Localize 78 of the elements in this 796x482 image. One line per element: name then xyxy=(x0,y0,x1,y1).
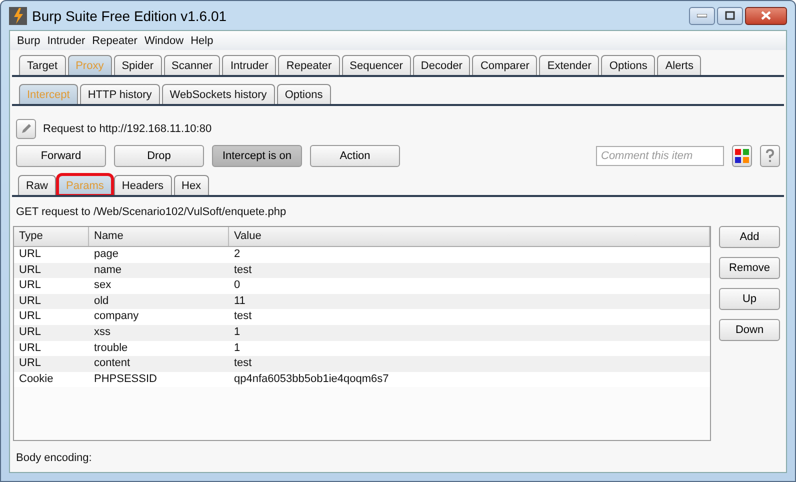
table-cell-text: 1 xyxy=(233,324,242,340)
sub-tab[interactable]: Options xyxy=(276,84,331,104)
close-icon xyxy=(761,11,771,20)
table-cell-text: xss xyxy=(93,324,112,340)
menu-item[interactable]: Burp xyxy=(17,34,40,46)
menu-item[interactable]: Intruder xyxy=(47,34,86,46)
column-header[interactable]: Type xyxy=(14,227,89,246)
color-grid-icon xyxy=(735,149,749,163)
table-cell-text: company xyxy=(93,309,140,324)
table-cell-text: URL xyxy=(18,294,42,309)
table-cell-text: 2 xyxy=(233,247,242,262)
table-cell-text: URL xyxy=(18,309,42,324)
table-cell-text: URL xyxy=(18,340,42,356)
column-header[interactable]: Name xyxy=(89,227,229,246)
table-cell-text: test xyxy=(233,356,253,372)
main-tab[interactable]: Options xyxy=(601,55,656,75)
action-button[interactable]: Action xyxy=(310,145,400,167)
action-button[interactable]: Intercept is on xyxy=(212,145,302,167)
request-target-text: Request to http://192.168.11.10:80 xyxy=(43,123,212,135)
main-tab[interactable]: Decoder xyxy=(412,55,470,75)
main-tab[interactable]: Sequencer xyxy=(342,55,411,75)
message-tab[interactable]: Hex xyxy=(174,175,210,195)
maximize-button[interactable] xyxy=(717,6,743,24)
comment-field[interactable]: Comment this item xyxy=(596,146,724,166)
table-cell-text: name xyxy=(93,262,123,278)
action-button[interactable]: Drop xyxy=(114,145,204,167)
main-tab[interactable]: Repeater xyxy=(278,55,340,75)
table-cell-text: page xyxy=(93,247,120,262)
table-cell-text: test xyxy=(233,262,253,278)
sub-tab[interactable]: HTTP history xyxy=(80,84,160,104)
table-cell-text: Cookie xyxy=(18,372,54,387)
menu-item[interactable]: Window xyxy=(144,34,184,46)
side-button[interactable]: Down xyxy=(719,319,780,341)
table-cell-text: URL xyxy=(18,278,42,294)
close-button[interactable] xyxy=(745,6,787,24)
table-cell-text: sex xyxy=(93,278,112,294)
main-tab[interactable]: Intruder xyxy=(222,55,276,75)
side-button[interactable]: Add xyxy=(719,226,780,248)
request-line-text: GET request to /Web/Scenario102/VulSoft/enquete.php xyxy=(15,205,288,220)
main-tab[interactable]: Scanner xyxy=(164,55,220,75)
side-button[interactable]: Remove xyxy=(719,257,780,279)
sub-tab[interactable]: WebSockets history xyxy=(162,84,275,104)
edit-button[interactable] xyxy=(16,119,36,139)
action-button[interactable]: Forward xyxy=(16,145,106,167)
table-cell-text: old xyxy=(93,294,110,309)
table-cell-text: URL xyxy=(18,247,42,262)
message-tab[interactable]: Raw xyxy=(18,175,56,195)
table-cell-text: 11 xyxy=(233,294,246,309)
help-icon xyxy=(765,149,775,163)
body-encoding-label: Body encoding: xyxy=(15,451,93,464)
table-cell-text: PHPSESSID xyxy=(93,372,158,387)
table-cell-text: content xyxy=(93,356,132,372)
table-cell-text: URL xyxy=(18,262,42,278)
table-cell-text: 0 xyxy=(233,278,242,294)
main-tab[interactable]: Spider xyxy=(114,55,162,75)
menu-item[interactable]: Help xyxy=(190,34,214,46)
table-cell-text: trouble xyxy=(93,340,129,356)
table-cell-text: test xyxy=(233,309,253,324)
table-cell-text: qp4nfa6053bb5ob1ie4qoqm6s7 xyxy=(233,372,390,387)
maximize-icon xyxy=(725,11,735,20)
main-tab[interactable]: Alerts xyxy=(657,55,702,75)
lightning-logo-icon xyxy=(9,6,27,24)
highlight-button[interactable] xyxy=(732,145,752,167)
main-tab[interactable]: Comparer xyxy=(472,55,538,75)
window-title: Burp Suite Free Edition v1.6.01 xyxy=(32,8,227,24)
side-button[interactable]: Up xyxy=(719,288,780,310)
pencil-icon xyxy=(20,123,32,135)
table-cell-text: 1 xyxy=(233,340,242,356)
minimize-icon xyxy=(697,14,707,18)
minimize-button[interactable] xyxy=(689,6,715,24)
message-tab[interactable]: Headers xyxy=(114,175,172,195)
menu-item[interactable]: Repeater xyxy=(92,34,138,46)
main-tab[interactable]: Extender xyxy=(539,55,600,75)
main-tab[interactable]: Target xyxy=(19,55,66,75)
table-cell-text: URL xyxy=(18,324,42,340)
help-button[interactable] xyxy=(760,145,780,167)
table-cell-text: URL xyxy=(18,356,42,372)
column-header[interactable]: Value xyxy=(229,227,710,246)
